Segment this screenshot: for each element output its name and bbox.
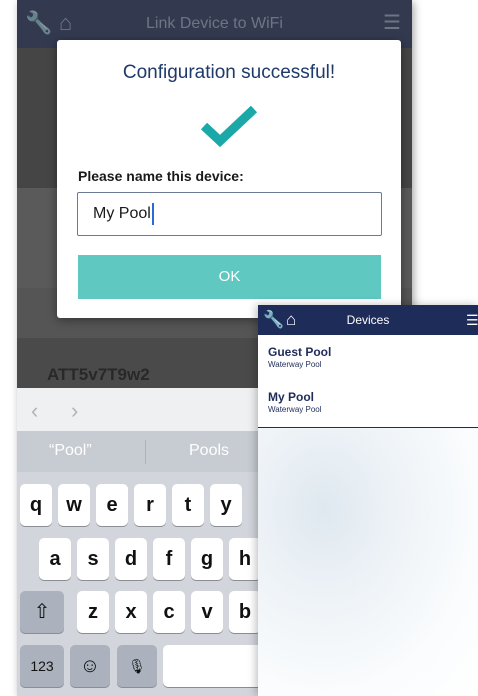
chevron-right-icon[interactable]: › [71, 398, 78, 424]
key-v[interactable]: v [191, 591, 223, 633]
suggestion-item[interactable]: Pools [189, 442, 229, 460]
list-item[interactable]: Guest Pool Waterway Pool [268, 345, 331, 369]
microphone-icon: 🎙 [128, 658, 146, 674]
device-list: Guest Pool Waterway Pool My Pool Waterwa… [258, 335, 478, 428]
screenshot-composite: 🔧 ⌂ Link Device to WiFi ☰ ATT5v7T9w2 ‹ ›… [0, 0, 478, 696]
menu-icon[interactable]: ☰ [383, 10, 401, 35]
divider [145, 440, 146, 464]
key-t[interactable]: t [172, 484, 204, 526]
text-cursor [152, 203, 154, 225]
ok-button[interactable]: OK [78, 255, 381, 299]
device-name-input[interactable] [77, 192, 382, 236]
key-c[interactable]: c [153, 591, 185, 633]
key-x[interactable]: x [115, 591, 147, 633]
key-s[interactable]: s [77, 538, 109, 580]
page-title: Devices [346, 313, 390, 327]
key-z[interactable]: z [77, 591, 109, 633]
header-bar: 🔧 ⌂ Devices ☰ [258, 305, 478, 335]
key-d[interactable]: d [115, 538, 147, 580]
key-q[interactable]: q [20, 484, 52, 526]
device-model: Waterway Pool [268, 405, 322, 414]
key-f[interactable]: f [153, 538, 185, 580]
key-g[interactable]: g [191, 538, 223, 580]
numbers-key[interactable]: 123 [20, 645, 64, 687]
device-model: Waterway Pool [268, 360, 322, 369]
emoji-icon: ☺ [79, 655, 101, 677]
dialog-title: Configuration successful! [122, 62, 336, 83]
key-y[interactable]: y [210, 484, 242, 526]
key-w[interactable]: w [58, 484, 90, 526]
device-name: Guest Pool [268, 345, 332, 359]
key-a[interactable]: a [39, 538, 71, 580]
dictation-key[interactable]: 🎙 [117, 645, 157, 687]
network-name[interactable]: ATT5v7T9w2 [47, 365, 150, 385]
chevron-left-icon[interactable]: ‹ [31, 398, 38, 424]
suggestion-item[interactable]: “Pool” [49, 442, 92, 460]
water-background [258, 429, 478, 696]
devices-screen: 🔧 ⌂ Devices ☰ Guest Pool Waterway Pool M… [258, 305, 478, 696]
list-item[interactable]: My Pool Waterway Pool [268, 390, 322, 414]
checkmark-icon [201, 105, 257, 148]
menu-icon[interactable]: ☰ [466, 312, 478, 329]
key-e[interactable]: e [96, 484, 128, 526]
page-title: Link Device to WiFi [146, 15, 283, 32]
device-name-label: Please name this device: [78, 168, 244, 184]
key-b[interactable]: b [229, 591, 261, 633]
key-r[interactable]: r [134, 484, 166, 526]
emoji-key[interactable]: ☺ [70, 645, 110, 687]
shift-key[interactable]: ⇧ [20, 591, 64, 633]
device-name: My Pool [268, 390, 315, 404]
key-h[interactable]: h [229, 538, 261, 580]
configuration-dialog: Configuration successful! Please name th… [57, 40, 401, 318]
